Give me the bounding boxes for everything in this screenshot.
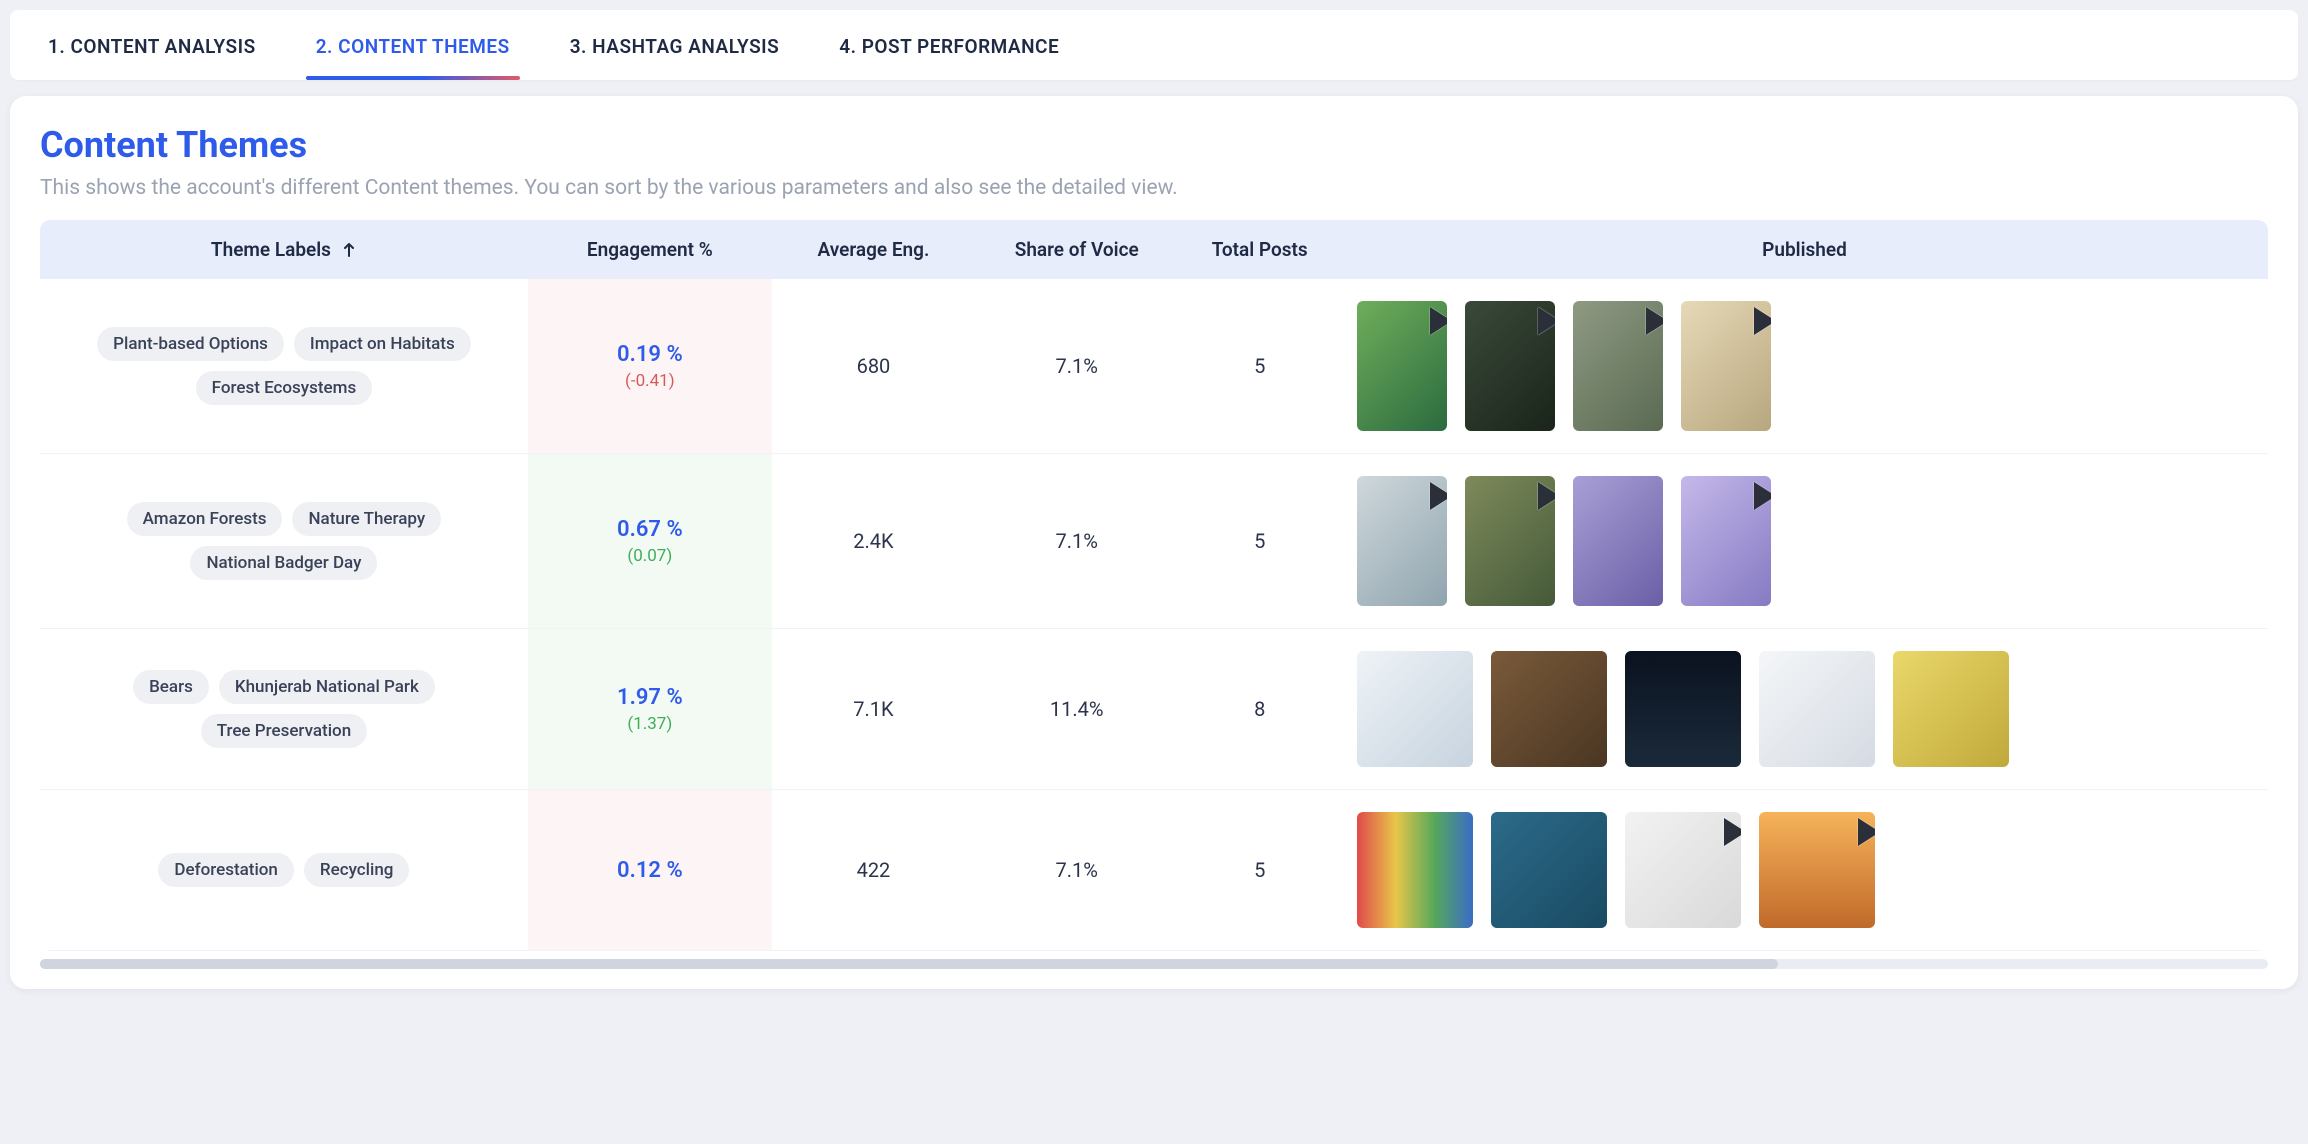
tab-bar: 1. CONTENT ANALYSIS 2. CONTENT THEMES 3.… [10, 10, 2298, 80]
post-thumbnail[interactable] [1465, 476, 1555, 606]
theme-labels-cell: Bears Khunjerab National Park Tree Preserv… [40, 629, 528, 790]
theme-chip[interactable]: Deforestation [158, 853, 294, 887]
post-thumbnail[interactable] [1357, 812, 1473, 928]
table-row: Bears Khunjerab National Park Tree Preserv… [40, 629, 2268, 790]
post-thumbnail[interactable] [1681, 301, 1771, 431]
published-cell [1341, 454, 2268, 629]
engagement-cell: 0.67 % (0.07) [528, 454, 772, 629]
post-thumbnail[interactable] [1465, 301, 1555, 431]
engagement-delta: (-0.41) [544, 371, 756, 391]
col-header-total-posts[interactable]: Total Posts [1178, 220, 1341, 279]
average-eng-cell: 422 [772, 790, 975, 951]
average-eng-cell: 2.4K [772, 454, 975, 629]
themes-table: Theme Labels Engagement % Average Eng. S… [40, 220, 2268, 951]
theme-chip[interactable]: Amazon Forests [127, 502, 283, 536]
post-thumbnail[interactable] [1573, 301, 1663, 431]
total-posts-cell: 8 [1178, 629, 1341, 790]
theme-chip[interactable]: Impact on Habitats [294, 327, 471, 361]
page-subtitle: This shows the account's different Conte… [40, 176, 2268, 200]
col-header-share-of-voice[interactable]: Share of Voice [975, 220, 1178, 279]
page-title: Content Themes [40, 124, 2268, 166]
total-posts-cell: 5 [1178, 454, 1341, 629]
post-thumbnail[interactable] [1357, 301, 1447, 431]
theme-labels-cell: Deforestation Recycling [40, 790, 528, 951]
share-of-voice-cell: 7.1% [975, 454, 1178, 629]
table-row: Amazon Forests Nature Therapy National Bad… [40, 454, 2268, 629]
total-posts-cell: 5 [1178, 279, 1341, 454]
post-thumbnail[interactable] [1625, 651, 1741, 767]
theme-label-chips: Plant-based Options Impact on Habitats For… [56, 327, 512, 405]
engagement-value: 1.97 % [544, 685, 756, 710]
tab-content-themes[interactable]: 2. CONTENT THEMES [306, 13, 520, 78]
post-thumbnail[interactable] [1759, 812, 1875, 928]
table-row: Deforestation Recycling 0.12 % 4227.1%5 [40, 790, 2268, 951]
engagement-value: 0.67 % [544, 517, 756, 542]
table-scroll-area[interactable]: Theme Labels Engagement % Average Eng. S… [40, 220, 2268, 951]
theme-labels-cell: Amazon Forests Nature Therapy National Bad… [40, 454, 528, 629]
published-thumbs [1357, 301, 2252, 431]
theme-chip[interactable]: Forest Ecosystems [196, 371, 373, 405]
engagement-cell: 0.12 % [528, 790, 772, 951]
published-thumbs [1357, 476, 2252, 606]
average-eng-cell: 7.1K [772, 629, 975, 790]
post-thumbnail[interactable] [1573, 476, 1663, 606]
theme-chip[interactable]: Nature Therapy [292, 502, 441, 536]
published-thumbs [1357, 812, 2252, 928]
tab-hashtag-analysis[interactable]: 3. HASHTAG ANALYSIS [560, 13, 790, 78]
engagement-value: 0.12 % [544, 858, 756, 883]
play-icon [1754, 307, 1771, 335]
theme-chip[interactable]: Plant-based Options [97, 327, 284, 361]
post-thumbnail[interactable] [1759, 651, 1875, 767]
theme-label-chips: Amazon Forests Nature Therapy National Bad… [56, 502, 512, 580]
engagement-delta: (1.37) [544, 714, 756, 734]
engagement-cell: 0.19 % (-0.41) [528, 279, 772, 454]
share-of-voice-cell: 11.4% [975, 629, 1178, 790]
engagement-value: 0.19 % [544, 342, 756, 367]
theme-chip[interactable]: Khunjerab National Park [219, 670, 435, 704]
sort-asc-icon [341, 242, 357, 258]
col-header-average-eng[interactable]: Average Eng. [772, 220, 975, 279]
horizontal-scrollbar[interactable] [40, 959, 2268, 969]
post-thumbnail[interactable] [1357, 476, 1447, 606]
play-icon [1538, 307, 1555, 335]
theme-chip[interactable]: Recycling [304, 853, 410, 887]
table-row: Plant-based Options Impact on Habitats For… [40, 279, 2268, 454]
play-icon [1430, 482, 1447, 510]
play-icon [1430, 307, 1447, 335]
play-icon [1858, 818, 1875, 846]
post-thumbnail[interactable] [1681, 476, 1771, 606]
published-cell [1341, 790, 2268, 951]
play-icon [1538, 482, 1555, 510]
average-eng-cell: 680 [772, 279, 975, 454]
col-header-engagement[interactable]: Engagement % [528, 220, 772, 279]
post-thumbnail[interactable] [1491, 812, 1607, 928]
theme-label-chips: Deforestation Recycling [56, 853, 512, 887]
share-of-voice-cell: 7.1% [975, 790, 1178, 951]
published-cell [1341, 279, 2268, 454]
post-thumbnail[interactable] [1893, 651, 2009, 767]
post-thumbnail[interactable] [1357, 651, 1473, 767]
theme-chip[interactable]: Bears [133, 670, 209, 704]
engagement-cell: 1.97 % (1.37) [528, 629, 772, 790]
published-cell [1341, 629, 2268, 790]
play-icon [1646, 307, 1663, 335]
play-icon [1754, 482, 1771, 510]
published-thumbs [1357, 651, 2252, 767]
col-header-label: Theme Labels [211, 238, 331, 261]
theme-chip[interactable]: Tree Preservation [201, 714, 367, 748]
post-thumbnail[interactable] [1625, 812, 1741, 928]
play-icon [1724, 818, 1741, 846]
col-header-theme-labels[interactable]: Theme Labels [211, 238, 357, 261]
content-themes-card: Content Themes This shows the account's … [10, 96, 2298, 989]
theme-chip[interactable]: National Badger Day [190, 546, 377, 580]
tab-content-analysis[interactable]: 1. CONTENT ANALYSIS [38, 13, 266, 78]
post-thumbnail[interactable] [1491, 651, 1607, 767]
tab-post-performance[interactable]: 4. POST PERFORMANCE [829, 13, 1069, 78]
theme-labels-cell: Plant-based Options Impact on Habitats For… [40, 279, 528, 454]
col-header-published: Published [1341, 220, 2268, 279]
total-posts-cell: 5 [1178, 790, 1341, 951]
theme-label-chips: Bears Khunjerab National Park Tree Preserv… [56, 670, 512, 748]
share-of-voice-cell: 7.1% [975, 279, 1178, 454]
engagement-delta: (0.07) [544, 546, 756, 566]
